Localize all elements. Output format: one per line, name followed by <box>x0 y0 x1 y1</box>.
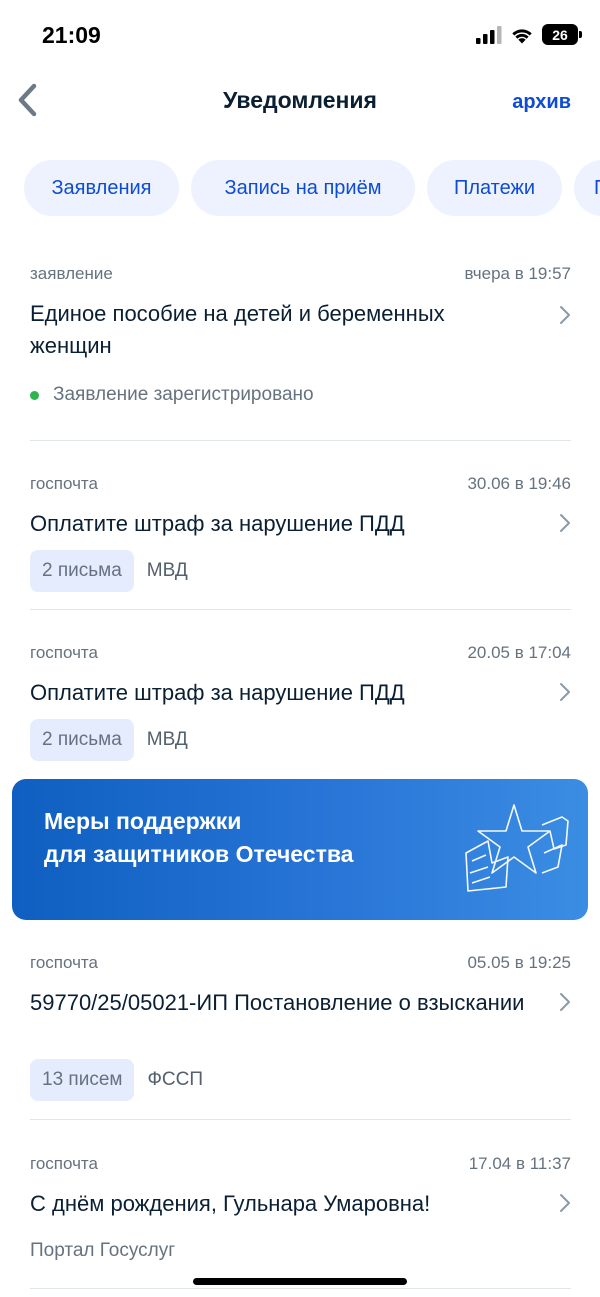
message-count-badge: 2 письма <box>30 719 134 761</box>
item-date: 05.05 в 19:25 <box>467 953 571 972</box>
divider <box>30 609 571 610</box>
item-type: госпочта <box>30 953 98 972</box>
page-title: Уведомления <box>223 87 377 113</box>
message-count-badge: 2 письма <box>30 550 134 592</box>
cellular-signal-icon <box>476 25 502 44</box>
chevron-right-icon <box>560 683 570 701</box>
battery-indicator: 26 <box>542 24 582 45</box>
item-date: 30.06 в 19:46 <box>467 474 571 493</box>
filter-chips: Заявления Запись на приём Платежи П <box>0 160 600 216</box>
notification-item[interactable]: заявление вчера в 19:57 Единое пособие н… <box>30 264 571 434</box>
item-title: Единое пособие на детей и беременных жен… <box>30 301 445 358</box>
notification-item[interactable]: госпочта 20.05 в 17:04 Оплатите штраф за… <box>30 643 571 763</box>
item-sender: Портал Госуслуг <box>30 1240 176 1261</box>
chip-applications[interactable]: Заявления <box>24 160 179 216</box>
chevron-right-icon <box>560 514 570 532</box>
notification-item[interactable]: госпочта 17.04 в 11:37 С днём рождения, … <box>30 1154 571 1274</box>
item-type: госпочта <box>30 643 98 662</box>
item-title: С днём рождения, Гульнара Умаровна! <box>30 1191 431 1216</box>
item-type: госпочта <box>30 474 98 493</box>
status-text: Заявление зарегистрировано <box>53 384 314 405</box>
item-date: вчера в 19:57 <box>464 264 571 283</box>
chevron-right-icon <box>560 1194 570 1212</box>
archive-link[interactable]: архив <box>512 91 571 114</box>
item-sender: ФССП <box>147 1069 203 1090</box>
banner-line-1: Меры поддержки <box>44 808 242 834</box>
star-flag-icon <box>465 804 569 892</box>
item-title: 59770/25/05021-ИП Постановление о взыска… <box>30 990 525 1015</box>
item-meta: 2 письма МВД <box>30 719 188 761</box>
divider <box>30 440 571 441</box>
promo-banner[interactable]: Меры поддержки для защитников Отечества <box>12 779 588 920</box>
status-dot <box>30 390 39 400</box>
notification-item[interactable]: госпочта 30.06 в 19:46 Оплатите штраф за… <box>30 474 571 594</box>
nav-bar: Уведомления архив <box>0 70 600 134</box>
chip-payments[interactable]: Платежи <box>427 160 562 216</box>
status-bar: 21:09 26 <box>0 0 600 70</box>
item-meta: 13 писем ФССП <box>30 1059 203 1101</box>
item-status: Заявление зарегистрировано <box>30 384 314 406</box>
item-sender: МВД <box>146 729 188 750</box>
chevron-right-icon <box>560 306 570 324</box>
chevron-right-icon <box>560 993 570 1011</box>
item-title: Оплатите штраф за нарушение ПДД <box>30 680 405 705</box>
divider <box>30 1119 571 1120</box>
chip-appointments[interactable]: Запись на приём <box>191 160 415 216</box>
divider <box>30 1288 571 1289</box>
status-time: 21:09 <box>42 22 101 48</box>
banner-text: Меры поддержки для защитников Отечества <box>44 805 353 871</box>
item-type: заявление <box>30 264 113 283</box>
notification-item[interactable]: госпочта 05.05 в 19:25 59770/25/05021-ИП… <box>30 953 571 1103</box>
item-date: 20.05 в 17:04 <box>467 643 571 662</box>
wifi-icon <box>512 28 532 43</box>
chip-more[interactable]: П <box>574 160 600 216</box>
item-type: госпочта <box>30 1154 98 1173</box>
banner-line-2: для защитников Отечества <box>44 841 354 867</box>
item-date: 17.04 в 11:37 <box>468 1154 571 1173</box>
message-count-badge: 13 писем <box>30 1059 135 1101</box>
home-indicator <box>193 1278 407 1285</box>
status-icons: 26 <box>476 24 582 45</box>
item-title: Оплатите штраф за нарушение ПДД <box>30 511 405 536</box>
item-sender: МВД <box>146 560 188 581</box>
item-meta: 2 письма МВД <box>30 550 188 592</box>
